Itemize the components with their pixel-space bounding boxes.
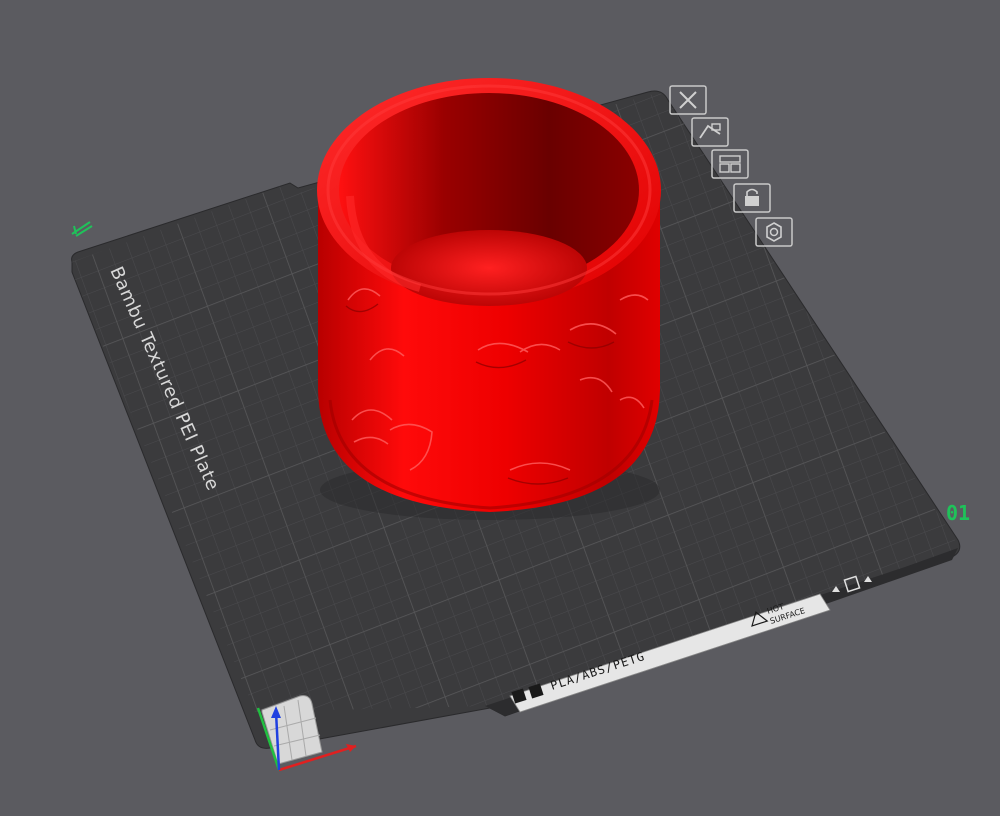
- scene-canvas[interactable]: Bambu Textured PEI Plate 01 PLA/ABS/PETG…: [0, 0, 1000, 816]
- arrange-icon[interactable]: [711, 149, 749, 179]
- plate-number-label[interactable]: 01: [946, 501, 970, 525]
- 3d-viewport[interactable]: Bambu Textured PEI Plate 01 PLA/ABS/PETG…: [0, 0, 1000, 816]
- cup-object[interactable]: [317, 78, 661, 520]
- close-icon[interactable]: [669, 85, 707, 115]
- auto-orient-icon[interactable]: [691, 117, 729, 147]
- plate-edit-icon[interactable]: [71, 221, 93, 237]
